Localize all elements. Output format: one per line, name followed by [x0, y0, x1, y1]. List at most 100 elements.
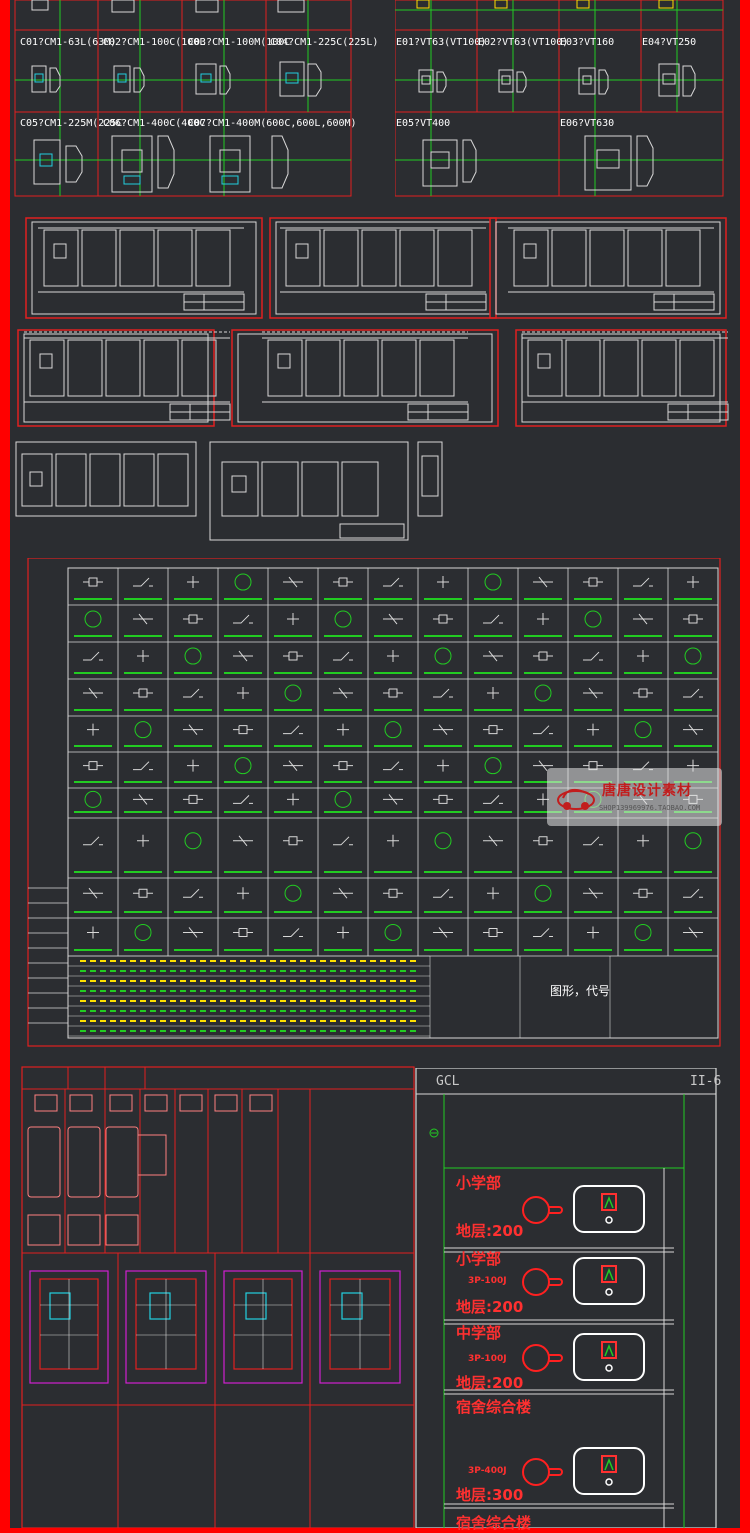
legend-symbol-cell	[374, 577, 412, 600]
switch-device	[522, 1447, 645, 1495]
legend-symbol-cell	[474, 757, 512, 783]
legend-symbol-cell	[224, 927, 262, 951]
legend-symbol-cell	[524, 651, 562, 674]
legend-symbol-cell	[74, 887, 112, 913]
legend-symbol-cell	[674, 647, 712, 674]
legend-symbol-cell	[624, 834, 662, 873]
legend-symbol-cell	[74, 723, 112, 747]
gcl-entry-1-title: 小学部	[456, 1174, 502, 1192]
legend-symbol-cell	[124, 834, 162, 873]
cabinet-layout	[21, 1066, 415, 1528]
legend-symbol-cell	[124, 721, 162, 747]
legend-symbol-cell	[74, 926, 112, 951]
legend-symbol-cell	[74, 610, 112, 637]
legend-symbol-cell	[174, 927, 212, 951]
legend-symbol-cell	[424, 688, 462, 711]
legend-symbol-cell	[174, 576, 212, 600]
legend-symbol-cell	[424, 614, 462, 637]
legend-symbol-cell	[324, 610, 362, 637]
legend-symbol-cell	[124, 761, 162, 783]
gcl-entry-2-area: 地层:200	[456, 1298, 524, 1316]
legend-symbol-cell	[374, 794, 412, 813]
legend-symbol-cell	[624, 650, 662, 674]
legend-symbol-cell	[124, 688, 162, 711]
gcl-entry-2-sub: 3P-100J	[468, 1276, 507, 1286]
legend-symbol-cell	[224, 795, 262, 813]
legend-symbol-cell	[124, 794, 162, 813]
legend-symbol-cell	[74, 651, 112, 674]
breaker-label-e05: E05?VT400	[396, 118, 451, 129]
breaker-label-e02: E02?VT63(VT100)	[478, 37, 569, 48]
legend-symbol-cell	[274, 884, 312, 913]
legend-symbol-cell	[374, 761, 412, 783]
legend-symbol-cell	[124, 577, 162, 600]
legend-symbol-cell	[424, 888, 462, 913]
legend-symbol-cell	[174, 614, 212, 637]
legend-symbol-cell	[424, 576, 462, 600]
legend-symbol-cell	[474, 725, 512, 747]
legend-symbol-cell	[224, 614, 262, 637]
legend-symbol-cell	[474, 835, 512, 873]
drawing-sheets	[15, 217, 729, 541]
legend-symbol-cell	[274, 613, 312, 637]
gcl-entry-4-sub: 3P-400J	[468, 1466, 507, 1476]
legend-symbol-cell	[424, 759, 462, 783]
legend-symbol-cell	[424, 927, 462, 951]
legend-symbol-cell	[324, 836, 362, 873]
car-icon	[557, 788, 595, 810]
legend-symbol-cell	[624, 613, 662, 637]
breaker-panel-left	[14, 0, 352, 197]
legend-symbol-cell	[224, 757, 262, 783]
legend-symbol-cell	[674, 927, 712, 951]
legend-symbol-cell	[174, 832, 212, 873]
legend-symbol-cell	[474, 687, 512, 711]
legend-symbol-cell	[474, 614, 512, 637]
legend-symbol-cell	[574, 610, 612, 637]
legend-symbol-cell	[124, 650, 162, 674]
legend-symbol-cell	[674, 888, 712, 913]
legend-symbol-cell	[474, 795, 512, 813]
legend-symbol-cell	[124, 888, 162, 913]
legend-symbol-cell	[74, 790, 112, 813]
legend-symbol-cell	[524, 884, 562, 913]
legend-symbol-cell	[124, 613, 162, 637]
legend-symbol-cell	[74, 836, 112, 873]
legend-symbol-cell	[224, 725, 262, 747]
legend-symbol-cell	[374, 924, 412, 951]
legend-symbol-cell	[574, 687, 612, 711]
legend-symbol-cell	[174, 724, 212, 747]
breaker-label-e01: E01?VT63(VT100)	[396, 37, 487, 48]
legend-symbol-cell	[74, 687, 112, 711]
switch-device	[522, 1333, 645, 1381]
legend-symbol-cell	[574, 651, 612, 674]
legend-symbol-cell	[474, 887, 512, 913]
legend-symbol-cell	[574, 577, 612, 600]
legend-symbol-cell	[124, 924, 162, 951]
legend-symbol-cell	[74, 761, 112, 783]
legend-symbol-cell	[224, 573, 262, 600]
legend-symbol-cell	[374, 613, 412, 637]
gcl-entry-2-title: 小学部	[456, 1250, 502, 1268]
legend-symbol-cell	[424, 794, 462, 813]
legend-symbol-cell	[274, 836, 312, 873]
legend-symbol-cell	[224, 887, 262, 913]
legend-symbol-cell	[574, 723, 612, 747]
legend-symbol-cell	[274, 576, 312, 600]
breaker-label-e06: E06?VT630	[560, 118, 615, 129]
gcl-entry-4-area: 地层:300	[456, 1486, 524, 1504]
legend-symbol-cell	[324, 790, 362, 813]
legend-symbol-cell	[624, 688, 662, 711]
legend-title: 图形，代号	[550, 984, 611, 998]
image-frame: C01?CM1-63L(63M) C02?CM1-100C(100L C03?C…	[0, 0, 750, 1532]
legend-symbol-cell	[524, 928, 562, 951]
legend-symbol-cell	[224, 650, 262, 674]
gcl-header-right: II-6	[690, 1074, 722, 1089]
legend-symbol-cell	[174, 888, 212, 913]
legend-symbol-cell	[674, 724, 712, 747]
legend-symbol-cell	[274, 760, 312, 783]
legend-symbol-cell	[374, 650, 412, 674]
breaker-label-e04: E04?VT250	[642, 37, 697, 48]
legend-symbol-cell	[224, 835, 262, 873]
breaker-panel-right	[395, 0, 724, 197]
cad-canvas: C01?CM1-63L(63M) C02?CM1-100C(100L C03?C…	[10, 0, 740, 1532]
